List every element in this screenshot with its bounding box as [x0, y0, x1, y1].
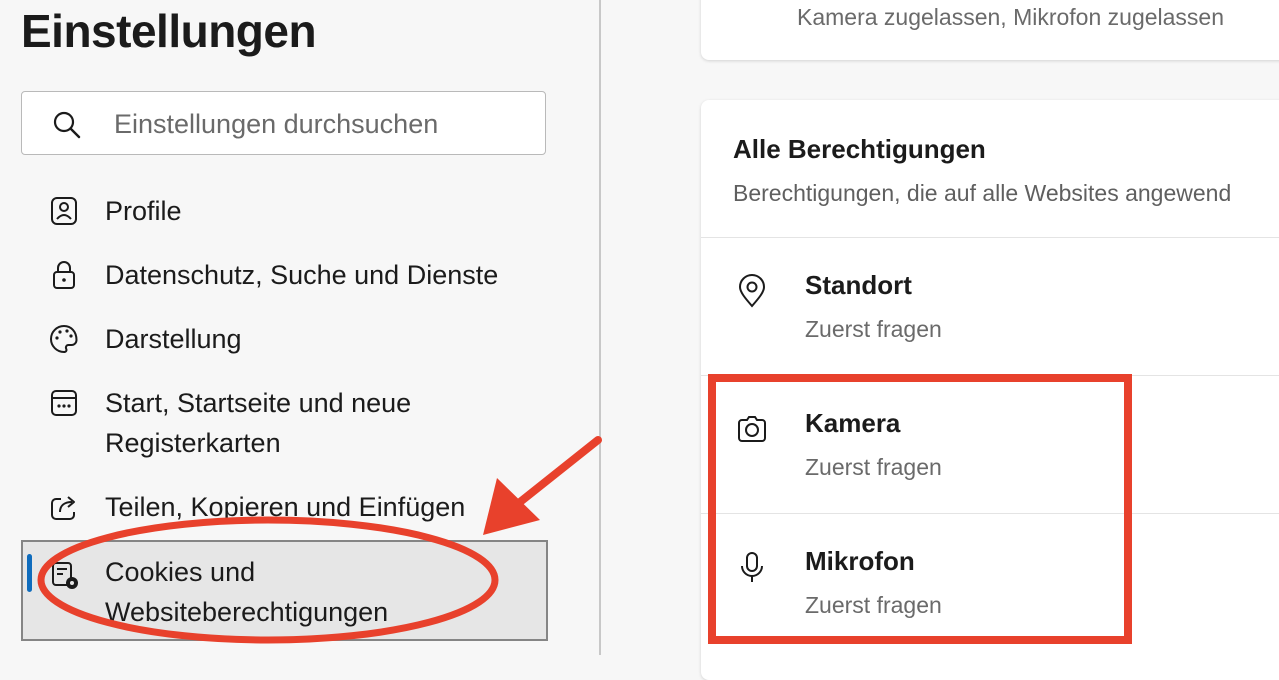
search-icon	[53, 111, 81, 139]
cookie-settings-icon	[52, 562, 78, 589]
share-icon	[51, 496, 75, 520]
permission-title: Kamera	[805, 408, 901, 438]
permission-status: Zuerst fragen	[805, 316, 942, 342]
permission-row-camera[interactable]: Kamera Zuerst fragen	[701, 375, 1279, 513]
location-icon	[738, 274, 766, 308]
permissions-heading: Alle Berechtigungen	[733, 134, 986, 164]
sidebar-item-start[interactable]: Start, Startseite und neue Registerkarte…	[21, 383, 548, 465]
home-icon	[51, 390, 77, 416]
sidebar-item-privacy[interactable]: Datenschutz, Suche und Dienste	[21, 255, 548, 297]
search-input[interactable]	[112, 106, 536, 142]
sidebar-item-cookies[interactable]: Cookies und Websiteberechtigungen	[21, 540, 548, 641]
microphone-icon	[741, 552, 763, 582]
profile-icon	[51, 197, 77, 225]
palette-icon	[50, 324, 78, 354]
sidebar-item-label: Datenschutz, Suche und Dienste	[105, 260, 499, 290]
sidebar-item-label: Profile	[105, 196, 182, 226]
sidebar-divider	[599, 0, 601, 655]
camera-icon	[738, 416, 766, 442]
card-summary-text: Kamera zugelassen, Mikrofon zugelassen	[797, 4, 1225, 30]
permission-row-location[interactable]: Standort Zuerst fragen	[701, 237, 1279, 375]
settings-sidebar: Einstellungen Profile Datenschutz, Suche…	[0, 0, 599, 655]
sidebar-item-label: Websiteberechtigungen	[105, 597, 389, 627]
sidebar-item-profile[interactable]: Profile	[21, 191, 548, 233]
permission-title: Standort	[805, 270, 912, 300]
sidebar-item-label: Darstellung	[105, 324, 242, 354]
top-permission-card: Kamera zugelassen, Mikrofon zugelassen	[701, 0, 1279, 60]
permissions-description: Berechtigungen, die auf alle Websites an…	[733, 180, 1232, 206]
active-indicator	[27, 554, 32, 592]
sidebar-item-label: Cookies und	[105, 557, 256, 587]
sidebar-item-label: Registerkarten	[105, 428, 281, 458]
permission-status: Zuerst fragen	[805, 592, 942, 618]
permission-title: Mikrofon	[805, 546, 915, 576]
lock-icon	[53, 261, 75, 289]
sidebar-item-label: Teilen, Kopieren und Einfügen	[105, 492, 466, 522]
page-title: Einstellungen	[21, 5, 317, 57]
permission-status: Zuerst fragen	[805, 454, 942, 480]
sidebar-item-share[interactable]: Teilen, Kopieren und Einfügen	[21, 487, 548, 529]
permission-row-microphone[interactable]: Mikrofon Zuerst fragen	[701, 513, 1279, 651]
sidebar-item-appearance[interactable]: Darstellung	[21, 319, 548, 361]
search-box[interactable]	[21, 91, 546, 155]
sidebar-item-label: Start, Startseite und neue	[105, 388, 412, 418]
all-permissions-panel: Alle Berechtigungen Berechtigungen, die …	[701, 100, 1279, 680]
